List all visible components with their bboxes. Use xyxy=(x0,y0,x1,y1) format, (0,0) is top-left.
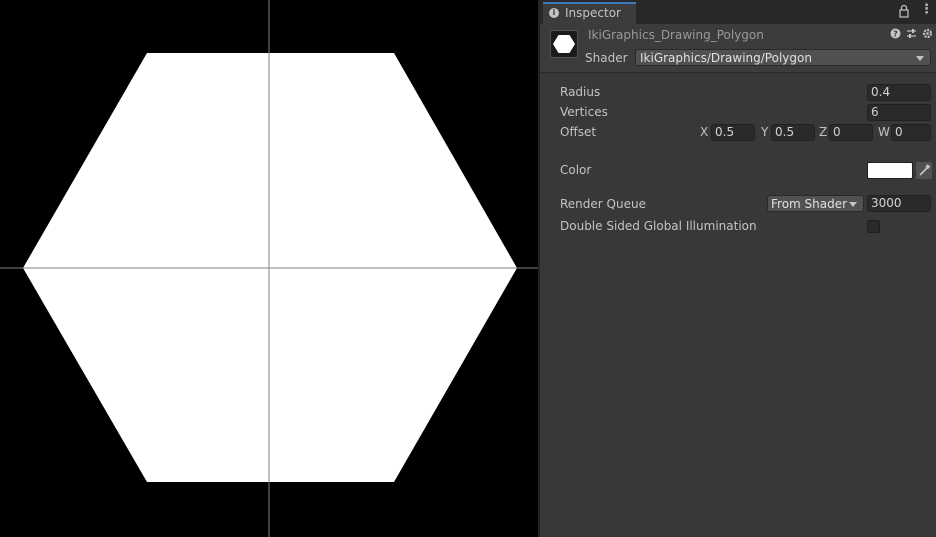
lock-icon[interactable] xyxy=(898,4,910,18)
radius-field[interactable]: 0.4 xyxy=(867,84,931,101)
tab-bar: i Inspector ⋮ xyxy=(540,0,936,24)
offset-label: Offset xyxy=(560,125,597,139)
render-queue-label: Render Queue xyxy=(560,197,646,211)
offset-w-label: W xyxy=(878,125,890,139)
render-queue-field[interactable]: 3000 xyxy=(867,195,931,212)
offset-y-label: Y xyxy=(761,125,769,139)
inspector-panel: i Inspector ⋮ IkiGraphics_Drawing_Polygo… xyxy=(538,0,936,537)
svg-text:?: ? xyxy=(893,30,898,39)
color-swatch[interactable] xyxy=(867,162,913,179)
chevron-down-icon xyxy=(916,56,924,61)
kebab-menu-icon[interactable]: ⋮ xyxy=(920,3,933,17)
dsgi-checkbox[interactable] xyxy=(867,220,880,233)
preview-canvas xyxy=(0,0,538,537)
help-icon[interactable]: ? xyxy=(890,28,901,39)
material-header: IkiGraphics_Drawing_Polygon ? Shader Iki… xyxy=(540,24,936,73)
material-preview[interactable] xyxy=(0,0,538,537)
shader-label: Shader xyxy=(585,51,628,65)
offset-x-label: X xyxy=(700,125,709,139)
material-thumbnail xyxy=(550,30,578,58)
tab-label: Inspector xyxy=(565,6,621,20)
color-label: Color xyxy=(560,163,592,177)
shader-dropdown[interactable]: IkiGraphics/Drawing/Polygon xyxy=(635,49,931,66)
render-queue-dropdown[interactable]: From Shader xyxy=(767,195,864,212)
offset-w-field[interactable]: 0 xyxy=(891,124,931,141)
info-icon: i xyxy=(549,8,559,18)
shader-value: IkiGraphics/Drawing/Polygon xyxy=(640,51,812,65)
offset-y-field[interactable]: 0.5 xyxy=(771,124,815,141)
eyedropper-icon xyxy=(919,164,931,176)
eyedropper-button[interactable] xyxy=(916,162,932,179)
material-name: IkiGraphics_Drawing_Polygon xyxy=(588,28,764,42)
preset-sliders-icon[interactable] xyxy=(906,28,917,39)
offset-z-label: Z xyxy=(819,125,828,139)
offset-x-field[interactable]: 0.5 xyxy=(711,124,755,141)
tab-inspector[interactable]: i Inspector xyxy=(543,2,636,24)
radius-label: Radius xyxy=(560,85,601,99)
gear-icon[interactable] xyxy=(922,28,933,39)
chevron-down-icon xyxy=(849,202,857,207)
offset-z-field[interactable]: 0 xyxy=(829,124,873,141)
dsgi-label: Double Sided Global Illumination xyxy=(560,219,757,233)
render-queue-mode: From Shader xyxy=(771,197,848,211)
vertices-label: Vertices xyxy=(560,105,608,119)
vertices-field[interactable]: 6 xyxy=(867,104,931,121)
